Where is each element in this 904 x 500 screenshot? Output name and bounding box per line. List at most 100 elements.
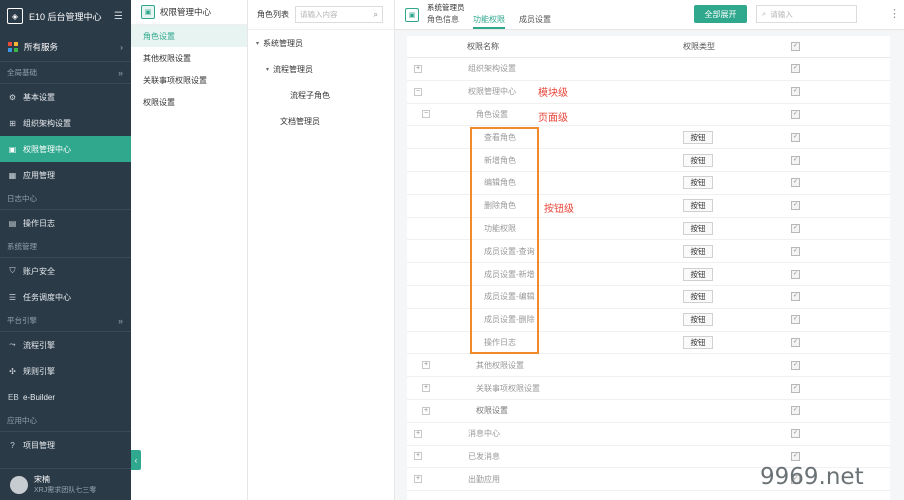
permission-checkbox[interactable]: ✓ [791,132,800,142]
permission-checkbox[interactable]: ✓ [791,246,800,256]
caret-down-icon[interactable]: ▾ [256,40,259,47]
sidebar-item-label: 账户安全 [23,266,55,276]
permission-checkbox[interactable]: ✓ [791,109,800,119]
sidebar-item-label: 应用管理 [23,170,55,180]
permission-checkbox[interactable]: ✓ [791,87,800,97]
sidebar-item-label: 基本设置 [23,92,55,102]
sidebar-item[interactable]: ⚙ 基本设置 [0,84,131,110]
annotation-button-level: 按钮级 [544,204,574,215]
collapse-icon[interactable]: − [422,110,430,119]
tab[interactable]: 功能权限 [473,14,505,29]
permission-checkbox[interactable]: ✓ [791,315,800,325]
sidebar-item[interactable]: ▣ 权限管理中心 [0,136,131,162]
submenu-panel: ▣ 权限管理中心 角色设置 其他权限设置 关联事项权限设置 权限设置 [131,0,248,500]
permission-checkbox[interactable]: ✓ [791,451,800,461]
collapse-icon[interactable]: − [414,87,422,96]
permission-checkbox[interactable]: ✓ [791,269,800,279]
permission-checkbox[interactable]: ✓ [791,178,800,188]
permission-checkbox[interactable]: ✓ [791,337,800,347]
double-chevron-right-icon: » [117,315,123,326]
avatar [10,475,28,494]
permission-checkbox[interactable]: ✓ [791,383,800,393]
permission-checkbox[interactable]: ✓ [791,360,800,370]
permission-name: 角色设置 [476,109,508,119]
tree-node[interactable]: 流程子角色 [248,82,394,108]
expand-icon[interactable]: + [422,361,430,370]
doc-icon: ▤ [8,218,17,228]
user-name: 宋楠 [34,475,50,484]
table-row: + 关联事项权限设置 ✓ [407,377,890,400]
submenu-header: ▣ 权限管理中心 [131,0,247,25]
tree-node[interactable]: ▾ 系统管理员 [248,30,394,56]
expand-icon[interactable]: + [414,64,422,73]
role-search-placeholder: 请输入内容 [300,10,338,19]
sidebar-item-label: 权限管理中心 [23,144,71,154]
apps-icon: ▦ [8,170,17,180]
permission-type-badge: 按钮 [683,335,713,349]
sidebar-group-header[interactable]: 应用中心 [0,410,131,432]
permission-checkbox[interactable]: ✓ [791,406,800,416]
sidebar-group-header[interactable]: 系统管理 [0,236,131,258]
expand-icon[interactable]: + [414,475,422,484]
submenu-item[interactable]: 角色设置 [131,25,247,47]
search-icon[interactable]: ⌕ [374,10,378,20]
cube-logo-icon: ◈ [7,8,23,24]
caret-down-icon[interactable]: ▾ [266,66,269,73]
tree-node[interactable]: 文档管理员 [248,108,394,134]
id-card-icon: ▣ [8,144,17,154]
sidebar-item[interactable]: ⛉ 账户安全 [0,258,131,284]
sidebar-item-label: 流程引擎 [23,340,55,350]
sidebar-item[interactable]: EB e-Builder [0,384,131,410]
permission-checkbox[interactable]: ✓ [791,292,800,302]
permission-checkbox[interactable]: ✓ [791,201,800,211]
permission-search-placeholder: 请输入 [770,9,793,19]
expand-all-button[interactable]: 全部展开 [694,5,747,23]
all-services-button[interactable]: 所有服务 › [0,32,131,62]
expand-icon[interactable]: + [422,406,430,415]
menu-icon[interactable]: ☰ [114,11,123,22]
sidebar-item[interactable]: ? 项目管理 [0,432,131,458]
role-tree-toolbar: 角色列表 请输入内容 ⌕ [248,0,394,30]
app-title: E10 后台管理中心 [29,11,102,22]
chevron-right-icon: › [120,41,123,52]
expand-icon[interactable]: + [422,384,430,393]
table-row: − 权限管理中心 ✓ [407,81,890,104]
table-row: + 其他权限设置 ✓ [407,354,890,378]
sidebar-group-label: 日志中心 [7,194,37,203]
submenu-item[interactable]: 关联事项权限设置 [131,69,247,91]
sidebar-item[interactable]: ▦ 应用管理 [0,162,131,188]
sidebar-item-label: 任务调度中心 [23,292,71,302]
tree-node[interactable]: ▾ 流程管理员 [248,56,394,82]
tab[interactable]: 成员设置 [519,14,551,29]
sidebar-item[interactable]: ☰ 任务调度中心 [0,284,131,310]
sidebar-group-header[interactable]: 日志中心 [0,188,131,210]
sidebar-item[interactable]: ▤ 操作日志 [0,210,131,236]
id-card-icon: ▣ [141,5,155,19]
submenu-item[interactable]: 其他权限设置 [131,47,247,69]
sidebar-item[interactable]: ⊞ 组织架构设置 [0,110,131,136]
sidebar-item[interactable]: ✣ 规则引擎 [0,358,131,384]
permission-search-input[interactable]: ⌕ 请输入 [756,5,857,23]
sidebar-group-header[interactable]: 全局基础 » [0,62,131,84]
expand-icon[interactable]: + [414,429,422,438]
role-list-label: 角色列表 [257,10,289,19]
sidebar-item[interactable]: ⤳ 流程引擎 [0,332,131,358]
more-vertical-icon[interactable]: ⋮ [889,7,900,20]
permission-checkbox[interactable]: ✓ [791,223,800,233]
collapse-sidebar-handle[interactable]: ‹ [131,450,141,470]
expand-icon[interactable]: + [414,452,422,461]
role-search-input[interactable]: 请输入内容 ⌕ [295,6,383,23]
tab[interactable]: 角色信息 [427,14,459,29]
permission-checkbox[interactable]: ✓ [791,64,800,74]
submenu-title: 权限管理中心 [160,7,212,17]
submenu-item[interactable]: 权限设置 [131,91,247,113]
select-all-checkbox[interactable]: ✓ [791,42,800,51]
permission-checkbox[interactable]: ✓ [791,429,800,439]
shield-icon: ⛉ [9,266,16,275]
user-profile[interactable]: 宋楠 XRJ需求团队七三零 [0,468,131,500]
sidebar-group-label: 全局基础 [7,68,37,77]
table-row: + 消息中心 ✓ [407,423,890,446]
sidebar-group-header[interactable]: 平台引擎 » [0,310,131,332]
permission-checkbox[interactable]: ✓ [791,155,800,165]
sidebar-item-label: 规则引擎 [23,366,55,376]
